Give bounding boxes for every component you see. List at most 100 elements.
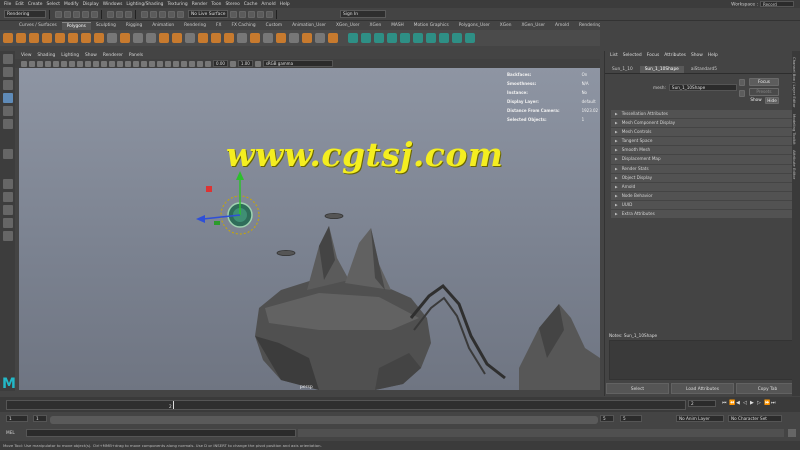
poly-plane-icon[interactable] xyxy=(68,33,78,43)
menu-lighting-shading[interactable]: Lighting/Shading xyxy=(126,2,163,7)
undo-icon[interactable] xyxy=(82,10,89,18)
select-button[interactable]: Select xyxy=(606,383,669,394)
section-uuid[interactable]: ▶ UUID xyxy=(611,200,798,210)
cylindrical-uv-icon[interactable] xyxy=(374,33,384,43)
ae-menu-list[interactable]: List xyxy=(610,53,618,58)
bookmark-icon[interactable] xyxy=(29,60,35,67)
range-slider[interactable] xyxy=(50,416,598,424)
section-render-stats[interactable]: ▶ Render Stats xyxy=(611,164,798,173)
resolution-gate-icon[interactable] xyxy=(61,60,67,67)
target-weld-icon[interactable] xyxy=(263,33,273,43)
uv-editor-icon[interactable] xyxy=(348,33,358,43)
start-time-field[interactable]: 1 xyxy=(6,415,28,422)
shelf-tab-motion-graphics[interactable]: Motion Graphics xyxy=(409,22,454,29)
planar-uv-icon[interactable] xyxy=(361,33,371,43)
shelf-tab-custom[interactable]: Custom xyxy=(261,22,287,29)
ae-menu-help[interactable]: Help xyxy=(708,53,718,58)
play-backwards-icon[interactable]: ◁ xyxy=(743,401,748,406)
layout-graph-icon[interactable] xyxy=(2,231,13,241)
extrude-icon[interactable] xyxy=(198,33,208,43)
select-tool-icon[interactable] xyxy=(2,54,13,64)
side-tab-modeling-toolkit[interactable]: Modeling Toolkit xyxy=(792,114,797,145)
poly-cone-icon[interactable] xyxy=(42,33,52,43)
menuset-dropdown[interactable]: Rendering xyxy=(4,10,46,18)
playback-end-field[interactable]: 5 xyxy=(600,415,614,422)
shelf-tab-arnold[interactable]: Arnold xyxy=(550,22,574,29)
sew-uv-icon[interactable] xyxy=(452,33,462,43)
script-editor-icon[interactable] xyxy=(788,429,796,437)
lasso-tool-icon[interactable] xyxy=(2,67,13,77)
menu-windows[interactable]: Windows xyxy=(103,2,123,7)
use-all-lights-icon[interactable] xyxy=(125,60,131,67)
current-time-marker[interactable] xyxy=(173,401,174,409)
fill-hole-icon[interactable] xyxy=(237,33,247,43)
copy-tab-button[interactable]: Copy Tab xyxy=(736,383,799,394)
ae-menu-show[interactable]: Show xyxy=(691,53,703,58)
separate-icon[interactable] xyxy=(146,33,156,43)
screen-space-ao-icon[interactable] xyxy=(141,60,147,67)
menu-select[interactable]: Select xyxy=(46,2,60,7)
safe-action-icon[interactable] xyxy=(85,60,91,67)
poly-sphere-icon[interactable] xyxy=(3,33,13,43)
platonic-solid-icon[interactable] xyxy=(94,33,104,43)
boolean-icon[interactable] xyxy=(172,33,182,43)
shelf-tab-mash[interactable]: MASH xyxy=(386,22,409,29)
rotate-tool-icon[interactable] xyxy=(2,106,13,116)
make-live-icon[interactable] xyxy=(177,10,184,18)
menu-stereo[interactable]: Stereo xyxy=(225,2,239,7)
play-forwards-icon[interactable]: ▶ xyxy=(750,401,755,406)
gamma-icon[interactable] xyxy=(229,60,236,67)
view-transform-dropdown[interactable]: sRGB gamma xyxy=(262,60,333,67)
layout-four-icon[interactable] xyxy=(2,192,13,202)
bridge-icon[interactable] xyxy=(211,33,221,43)
xray-icon[interactable] xyxy=(181,60,187,67)
ae-menu-selected[interactable]: Selected xyxy=(623,53,642,58)
last-tool-icon[interactable] xyxy=(2,149,13,159)
end-time-field[interactable]: 5 xyxy=(620,415,642,422)
live-surface-field[interactable]: No Live Surface xyxy=(188,10,228,18)
menu-create[interactable]: Create xyxy=(28,2,43,7)
poly-cylinder-icon[interactable] xyxy=(29,33,39,43)
section-smooth-mesh[interactable]: ▶ Smooth Mesh xyxy=(611,146,798,155)
motion-blur-icon[interactable] xyxy=(149,60,155,67)
axis-handle[interactable] xyxy=(206,186,212,192)
default-material-icon[interactable] xyxy=(109,60,115,67)
side-tab-attribute-editor[interactable]: Attribute Editor xyxy=(792,150,797,179)
panel-menu-renderer[interactable]: Renderer xyxy=(103,53,123,58)
menu-display[interactable]: Display xyxy=(83,2,99,7)
xray-components-icon[interactable] xyxy=(197,60,203,67)
depth-of-field-icon[interactable] xyxy=(165,60,171,67)
presets-button[interactable]: Presets xyxy=(749,88,779,96)
menu-texturing[interactable]: Texturing xyxy=(167,2,187,7)
snap-curve-icon[interactable] xyxy=(150,10,157,18)
shadows-icon[interactable] xyxy=(133,60,139,67)
notes-field[interactable] xyxy=(609,340,798,380)
workspace-dropdown[interactable]: Record xyxy=(760,1,794,7)
viewport-persp[interactable]: Backfaces: On Smoothness: N/A Instance: No … xyxy=(19,68,600,390)
shelf-tab-fx-caching[interactable]: FX Caching xyxy=(226,22,260,29)
go-to-start-icon[interactable]: ⏮ xyxy=(722,401,727,406)
bevel-icon[interactable] xyxy=(224,33,234,43)
ae-tab-shape[interactable]: Sun_1_10Shape xyxy=(639,65,684,73)
playback-start-field[interactable]: 1 xyxy=(33,415,47,422)
paint-select-tool-icon[interactable] xyxy=(2,80,13,90)
step-back-key-icon[interactable]: ⏪ xyxy=(729,401,735,406)
image-plane-icon[interactable] xyxy=(37,60,43,67)
snap-grid-icon[interactable] xyxy=(141,10,148,18)
shelf-tab-xgen-user-2[interactable]: XGen_User xyxy=(516,22,550,29)
panel-menu-view[interactable]: View xyxy=(21,53,31,58)
spherical-uv-icon[interactable] xyxy=(387,33,397,43)
sign-in-button[interactable]: Sign In xyxy=(340,10,386,18)
anim-layer-dropdown[interactable]: No Anim Layer xyxy=(676,415,724,422)
panel-menu-panels[interactable]: Panels xyxy=(129,53,143,58)
move-tool-icon[interactable] xyxy=(2,93,13,103)
shelf-tab-polygons-user[interactable]: Polygons_User xyxy=(454,22,495,29)
script-language-toggle[interactable]: MEL xyxy=(6,431,26,436)
multi-cut-icon[interactable] xyxy=(250,33,260,43)
camera-attributes-icon[interactable] xyxy=(21,60,27,67)
poly-disc-icon[interactable] xyxy=(81,33,91,43)
step-forward-frame-icon[interactable]: ▷ xyxy=(757,401,762,406)
hide-button[interactable]: Hide xyxy=(765,97,779,104)
go-to-output-icon[interactable] xyxy=(739,90,745,97)
go-to-input-icon[interactable] xyxy=(739,79,745,86)
